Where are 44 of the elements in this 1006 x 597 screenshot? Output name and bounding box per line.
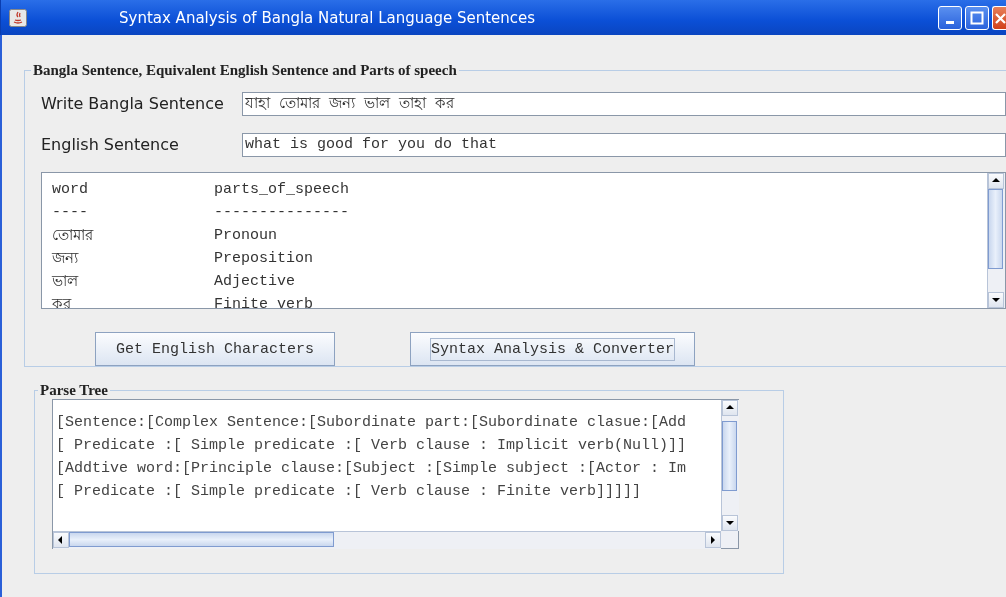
scroll-down-button[interactable]: [722, 515, 738, 531]
english-sentence-field[interactable]: what is good for you do that: [242, 132, 1006, 157]
column-heading: parts_of_speech: [214, 181, 350, 198]
vertical-scrollbar[interactable]: [987, 173, 1005, 308]
scroll-up-button[interactable]: [988, 173, 1004, 189]
maximize-button[interactable]: [965, 5, 989, 30]
close-icon: [993, 10, 1006, 25]
maximize-icon: [970, 10, 984, 25]
horizontal-scrollbar[interactable]: [53, 531, 721, 549]
field-label: English Sentence: [41, 135, 180, 154]
java-app-icon: [9, 8, 27, 27]
action-button[interactable]: Get English Characters: [95, 332, 336, 366]
scroll-thumb[interactable]: [722, 421, 737, 491]
separator-text: ----: [52, 204, 89, 221]
scroll-thumb[interactable]: [988, 189, 1003, 269]
part-of-speech-text: Finite verb: [214, 296, 314, 308]
scroll-right-button[interactable]: [705, 532, 721, 548]
minimize-button[interactable]: [938, 5, 962, 30]
window-title: Syntax Analysis of Bangla Natural Language Sentences: [119, 8, 537, 27]
parse-tree-line: [Sentence:[Complex Sentence:[Subordinate part:[Subordinate clasue:[Add: [56, 414, 688, 433]
minimize-icon: [946, 20, 954, 24]
separator-text: ---------------: [214, 204, 350, 221]
field-label: Write Bangla Sentence: [41, 94, 225, 113]
part-of-speech-text: Pronoun: [214, 227, 277, 244]
vertical-scrollbar[interactable]: [721, 400, 739, 531]
scroll-left-button[interactable]: [53, 532, 69, 548]
part-of-speech-text: Preposition: [214, 250, 314, 267]
action-button[interactable]: Syntax Analysis & Converter: [410, 332, 696, 366]
close-button[interactable]: [992, 5, 1006, 30]
scrollbar-corner: [721, 531, 738, 548]
word-text: জন্য: [52, 250, 80, 270]
scroll-down-button[interactable]: [988, 292, 1004, 308]
parse-tree-line: [ Predicate :[ Simple predicate :[ Verb clause : Implicit verb(Null)]]: [56, 437, 688, 456]
bangla-sentence-field[interactable]: যাহা তোমার জন্য ভাল তাহা কর: [242, 91, 1006, 116]
scroll-thumb[interactable]: [69, 532, 334, 547]
parse-tree-line: [ Predicate :[ Simple predicate :[ Verb clause : Finite verb]]]]]: [56, 483, 643, 502]
scroll-up-button[interactable]: [722, 400, 738, 416]
panel-title: Bangla Sentence, Equivalent English Sentence and Parts of speech: [32, 62, 458, 79]
parse-tree-line: [Addtive word:[Principle clause:[Subject :[Simple subject :[Actor : Im: [56, 460, 688, 479]
column-heading: word: [52, 181, 89, 198]
word-text: ভাল: [52, 273, 80, 293]
word-text: তোমার: [52, 227, 95, 247]
part-of-speech-text: Adjective: [214, 273, 295, 290]
panel-title: Parse Tree: [39, 382, 109, 399]
